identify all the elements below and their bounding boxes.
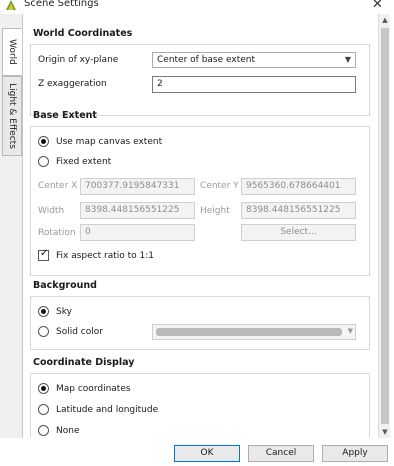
solid-color-radio[interactable] (38, 326, 49, 337)
scroll-down-icon[interactable]: ▼ (381, 428, 389, 436)
ok-button[interactable]: OK (174, 445, 240, 462)
coordinate-display-title: Coordinate Display (33, 357, 135, 368)
center-x-label: Center X (38, 181, 78, 191)
app-logo-icon (6, 0, 16, 10)
use-canvas-label: Use map canvas extent (56, 137, 163, 147)
origin-label: Origin of xy-plane (38, 55, 119, 65)
width-label: Width (38, 206, 65, 216)
base-extent-title: Base Extent (33, 110, 97, 121)
sky-label: Sky (56, 307, 72, 317)
title-bar: Scene Settings ✕ (0, 0, 394, 14)
background-group (30, 296, 370, 350)
settings-panel: World Coordinates Origin of xy-plane Cen… (24, 14, 378, 438)
chevron-down-icon: ▼ (347, 327, 353, 335)
lat-lon-label: Latitude and longitude (56, 405, 159, 415)
use-canvas-radio[interactable] (38, 136, 49, 147)
center-y-input[interactable]: 9565360.678664401 (241, 178, 356, 195)
tab-light-effects-label: Light & Effects (7, 83, 17, 149)
window-title: Scene Settings (24, 0, 99, 9)
height-label: Height (200, 206, 230, 216)
solid-color-label: Solid color (56, 327, 103, 337)
center-y-label: Center Y (200, 181, 239, 191)
solid-color-picker[interactable]: ▼ (152, 324, 356, 340)
vertical-scrollbar[interactable]: ▲ ▼ (378, 14, 390, 438)
apply-button[interactable]: Apply (322, 445, 388, 462)
color-swatch (156, 328, 342, 336)
rotation-label: Rotation (38, 228, 76, 238)
z-exaggeration-input[interactable]: 2 (152, 76, 356, 93)
tab-strip: World Light & Effects (0, 14, 23, 466)
center-x-input[interactable]: 700377.9195847331 (80, 178, 195, 195)
height-input[interactable]: 8398.448156551225 (241, 202, 356, 219)
origin-combobox[interactable]: Center of base extent ▼ (152, 52, 356, 68)
tab-light-effects[interactable]: Light & Effects (2, 76, 22, 156)
fixed-extent-radio[interactable] (38, 156, 49, 167)
none-radio[interactable] (38, 425, 49, 436)
chevron-down-icon: ▼ (344, 55, 351, 64)
select-extent-button[interactable]: Select... (241, 224, 356, 241)
width-input[interactable]: 8398.448156551225 (80, 202, 195, 219)
map-coordinates-label: Map coordinates (56, 384, 131, 394)
fix-aspect-checkbox[interactable] (38, 248, 49, 261)
rotation-input[interactable]: 0 (80, 224, 195, 241)
world-coordinates-title: World Coordinates (33, 28, 133, 39)
close-icon[interactable]: ✕ (372, 0, 383, 12)
tab-world[interactable]: World (2, 28, 22, 76)
fixed-extent-label: Fixed extent (56, 157, 112, 167)
scroll-thumb[interactable] (381, 28, 389, 424)
cancel-button[interactable]: Cancel (248, 445, 314, 462)
fix-aspect-label: Fix aspect ratio to 1:1 (56, 251, 154, 261)
sky-radio[interactable] (38, 306, 49, 317)
lat-lon-radio[interactable] (38, 404, 49, 415)
dialog-footer: OK Cancel Apply (0, 438, 394, 466)
scroll-up-icon[interactable]: ▲ (381, 16, 389, 24)
origin-value: Center of base extent (157, 55, 256, 65)
tab-world-label: World (7, 39, 17, 65)
none-label: None (56, 426, 80, 436)
z-exaggeration-label: Z exaggeration (38, 79, 107, 89)
background-title: Background (33, 280, 97, 291)
map-coordinates-radio[interactable] (38, 383, 49, 394)
